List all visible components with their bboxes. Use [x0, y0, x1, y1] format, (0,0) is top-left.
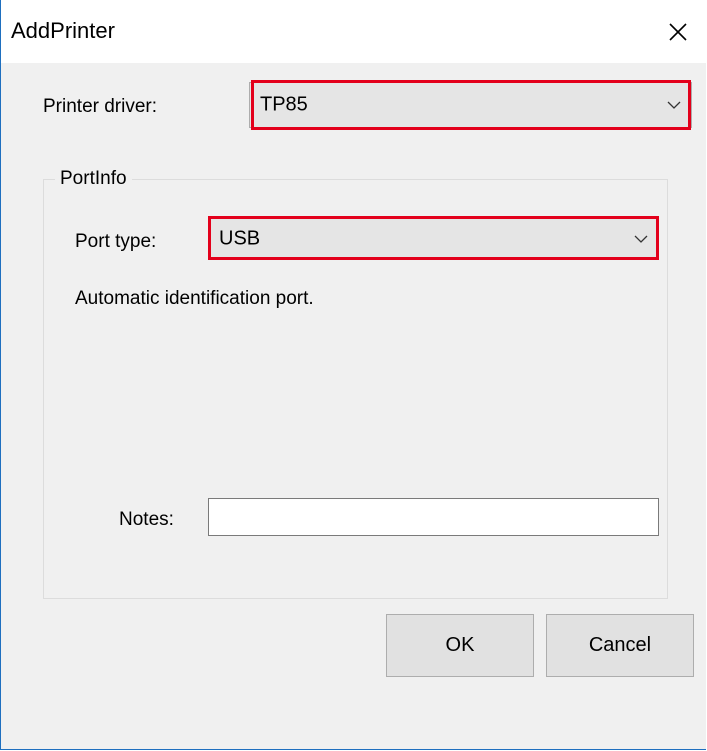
chevron-down-icon — [667, 96, 681, 114]
chevron-down-icon — [634, 230, 648, 248]
close-icon — [669, 22, 687, 41]
cancel-button[interactable]: Cancel — [546, 614, 694, 677]
port-info-legend: PortInfo — [55, 168, 132, 190]
port-type-value: USB — [219, 227, 261, 250]
close-button[interactable] — [650, 0, 706, 63]
printer-driver-label: Printer driver: — [43, 96, 158, 117]
window-title: AddPrinter — [11, 18, 115, 43]
ok-button[interactable]: OK — [386, 614, 534, 677]
port-info-text: Automatic identification port. — [75, 288, 314, 309]
port-type-select[interactable]: USB — [208, 218, 659, 260]
printer-driver-select[interactable]: TP85 — [249, 82, 692, 128]
port-type-label: Port type: — [75, 231, 157, 252]
notes-input[interactable] — [208, 498, 659, 536]
add-printer-dialog: AddPrinter Printer driver: TP85 PortInfo… — [0, 0, 706, 750]
printer-driver-value: TP85 — [260, 93, 308, 116]
notes-label: Notes: — [119, 509, 174, 530]
title-bar: AddPrinter — [1, 0, 706, 63]
